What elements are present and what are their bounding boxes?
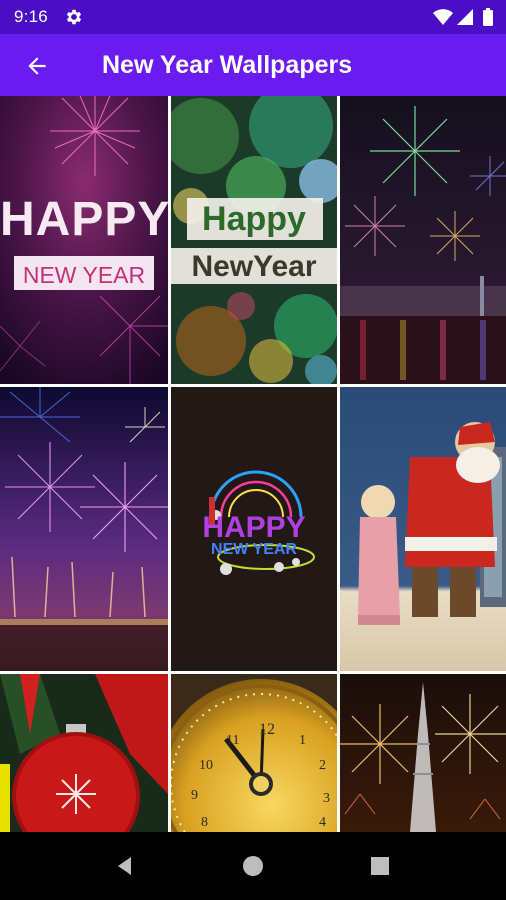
wallpaper-happy-text: HAPPY [202,511,306,544]
page-title: New Year Wallpapers [102,51,353,79]
back-button[interactable] [14,43,60,89]
wallpaper-new-year-text: NEW YEAR [22,262,146,288]
status-icons [433,8,493,26]
clock-numeral-8: 8 [201,815,208,830]
clock-numeral-2: 2 [319,758,326,773]
purple-fireworks-image [0,387,168,671]
bokeh-image [171,96,337,384]
wallpaper-thumbnail-8[interactable]: 12 11 1 10 2 9 3 8 4 [171,674,337,832]
golden-clock-image: 12 11 1 10 2 9 3 8 4 [171,674,337,832]
wifi-icon [433,9,453,25]
signal-icon [457,9,473,25]
tower-fireworks-image [340,674,506,832]
clock-numeral-9: 9 [191,788,198,803]
wallpaper-thumbnail-2[interactable]: Happy NewYear [171,96,337,384]
nav-back-button[interactable] [105,846,145,886]
back-triangle-icon [118,857,131,875]
status-bar: 9:16 [0,0,506,34]
nav-home-button[interactable] [233,846,273,886]
recents-square-icon [371,857,389,875]
wallpaper-thumbnail-4[interactable] [0,387,168,671]
city-fireworks-image [340,96,506,384]
wallpaper-happy-text: Happy [202,200,306,238]
clock-numeral-4: 4 [319,815,326,830]
app-bar: New Year Wallpapers [0,34,506,96]
arrow-back-icon [28,57,46,75]
wallpaper-thumbnail-5[interactable]: HAPPY NEW YEAR [171,387,337,671]
red-ornament-image [0,674,168,832]
wallpaper-thumbnail-3[interactable] [340,96,506,384]
wallpaper-thumbnail-7[interactable] [0,674,168,832]
wallpaper-new-year-text: NEW YEAR [211,541,297,558]
clock-numeral-12: 12 [259,721,275,738]
wallpaper-happy-text: HAPPY [0,193,168,246]
clock-numeral-1: 1 [299,733,306,748]
nav-recents-button[interactable] [360,846,400,886]
gear-icon [66,9,82,25]
status-time: 9:16 [14,7,48,26]
vintage-santa-image [340,387,506,671]
navigation-bar [0,832,506,900]
wallpaper-thumbnail-1[interactable]: HAPPY NEW YEAR [0,96,168,384]
wallpaper-new-year-text: NewYear [191,250,317,283]
clock-numeral-10: 10 [199,758,213,773]
wallpaper-thumbnail-6[interactable] [340,387,506,671]
clock-numeral-11: 11 [226,733,239,748]
wallpaper-thumbnail-9[interactable] [340,674,506,832]
clock-numeral-3: 3 [323,791,330,806]
battery-icon [483,8,493,26]
home-circle-icon [243,856,263,876]
wallpaper-grid: HAPPY NEW YEAR Happy NewYear HAPPY NEW Y… [0,96,506,832]
